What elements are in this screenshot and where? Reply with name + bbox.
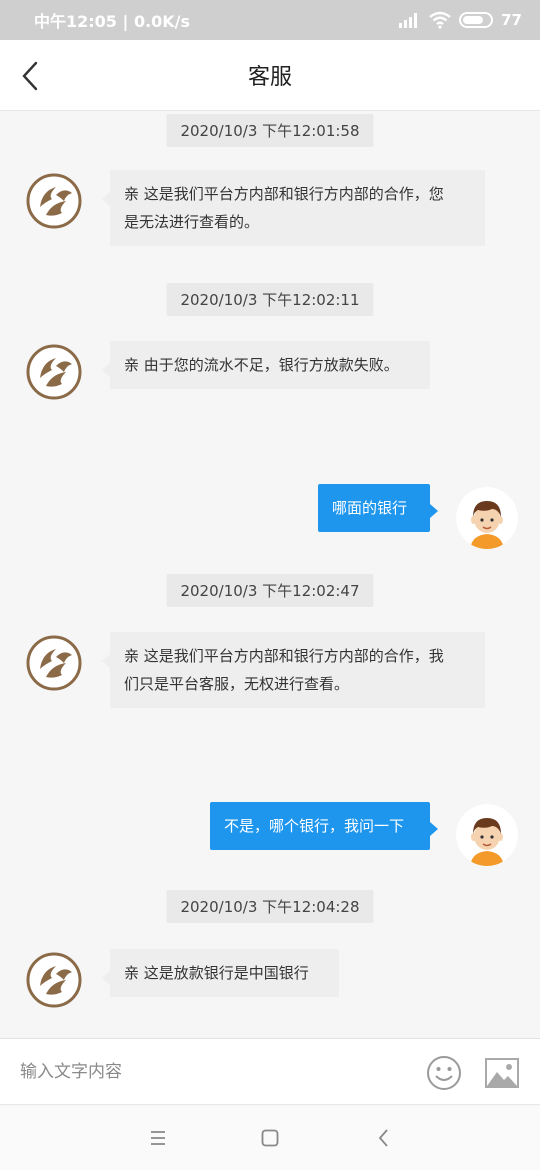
user-message-bubble[interactable]: 不是，哪个银行，我问一下	[210, 802, 438, 850]
message-line: 们只是平台客服，无权进行查看。	[124, 675, 350, 693]
user-avatar-icon	[456, 804, 518, 866]
menu-icon	[151, 1131, 165, 1145]
agent-message-bubble[interactable]: 亲 这是我们平台方内部和银行方内部的合作，我 们只是平台客服，无权进行查看。	[102, 632, 485, 708]
user-avatar[interactable]	[456, 487, 518, 549]
chevron-left-icon	[378, 1129, 388, 1147]
agent-avatar[interactable]	[26, 344, 82, 400]
home-square-icon	[261, 1129, 279, 1147]
status-time: 中午12:05	[34, 12, 117, 31]
battery-level: 77	[501, 11, 522, 29]
agent-avatar[interactable]	[26, 952, 82, 1008]
page-title: 客服	[247, 65, 292, 90]
chevron-left-icon	[22, 61, 38, 91]
image-button[interactable]	[484, 1057, 520, 1089]
timestamp: 2020/10/3 下午12:01:58	[166, 114, 374, 147]
agent-message-bubble[interactable]: 亲 由于您的流水不足，银行方放款失败。	[102, 341, 430, 389]
status-divider: |	[122, 12, 134, 31]
menu-nav-button[interactable]	[146, 1126, 170, 1150]
user-message-bubble[interactable]: 哪面的银行	[318, 484, 438, 532]
header: 客服	[0, 40, 540, 111]
message-text: 不是，哪个银行，我问一下	[224, 817, 405, 835]
message-text: 亲 由于您的流水不足，银行方放款失败。	[124, 356, 399, 374]
timestamp: 2020/10/3 下午12:04:28	[166, 890, 374, 923]
timestamp: 2020/10/3 下午12:02:11	[166, 283, 374, 316]
agent-avatar[interactable]	[26, 173, 82, 229]
user-avatar-icon	[456, 487, 518, 549]
chat-area[interactable]: 2020/10/3 下午12:01:58 亲 这是我们平台方内部和银行方内部的合…	[0, 111, 540, 1038]
smiley-icon	[427, 1056, 461, 1090]
navigation-bar	[0, 1106, 540, 1170]
agent-logo-icon	[26, 635, 82, 691]
message-text: 亲 这是放款银行是中国银行	[124, 964, 309, 982]
message-line: 亲 这是我们平台方内部和银行方内部的合作，我	[124, 647, 444, 665]
emoji-button[interactable]	[426, 1055, 462, 1091]
agent-logo-icon	[26, 344, 82, 400]
agent-message-bubble[interactable]: 亲 这是放款银行是中国银行	[102, 949, 339, 997]
agent-logo-icon	[26, 173, 82, 229]
message-input[interactable]	[20, 1051, 400, 1093]
image-icon	[485, 1058, 519, 1088]
agent-message-bubble[interactable]: 亲 这是我们平台方内部和银行方内部的合作，您 是无法进行查看的。	[102, 170, 485, 246]
status-bar: 中午12:05 | 0.0K/s 77	[0, 0, 540, 40]
agent-logo-icon	[26, 952, 82, 1008]
back-nav-button[interactable]	[372, 1126, 396, 1150]
back-button[interactable]	[10, 56, 50, 96]
user-avatar[interactable]	[456, 804, 518, 866]
wifi-icon	[429, 11, 451, 29]
status-right: 77	[397, 11, 522, 29]
home-nav-button[interactable]	[258, 1126, 282, 1150]
network-speed: 0.0K/s	[133, 12, 191, 31]
message-text: 哪面的银行	[332, 499, 408, 517]
status-left: 中午12:05 | 0.0K/s	[34, 8, 190, 32]
battery-icon	[459, 12, 494, 28]
message-line: 亲 这是我们平台方内部和银行方内部的合作，您	[124, 185, 444, 203]
agent-avatar[interactable]	[26, 635, 82, 691]
signal-icon	[399, 13, 418, 28]
input-bar	[0, 1038, 540, 1105]
message-line: 是无法进行查看的。	[124, 213, 260, 231]
timestamp: 2020/10/3 下午12:02:47	[166, 574, 374, 607]
